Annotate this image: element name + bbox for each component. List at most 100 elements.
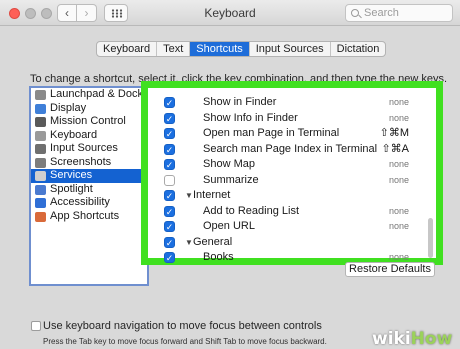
service-group-row[interactable]: ✓ ▼ General bbox=[155, 235, 431, 251]
service-label: Open man Page in Terminal bbox=[203, 127, 340, 139]
spotlight-icon bbox=[35, 184, 46, 195]
sidebar-item-mission-control[interactable]: Mission Control bbox=[31, 115, 147, 129]
service-label: Summarize bbox=[203, 173, 259, 186]
service-checkbox[interactable]: ✓ bbox=[164, 143, 175, 155]
window-titlebar: ‹ › Keyboard Search bbox=[0, 0, 460, 26]
sidebar-item-label: Spotlight bbox=[50, 182, 93, 195]
sidebar-item-label: Keyboard bbox=[50, 128, 98, 141]
service-group-row[interactable]: ✓ ▼ Internet bbox=[155, 188, 431, 204]
shortcut-key[interactable]: ⇧⌘M bbox=[380, 126, 409, 142]
app-shortcuts-icon bbox=[35, 211, 46, 222]
shortcut-key[interactable]: none bbox=[389, 95, 409, 111]
keyboard-nav-checkbox[interactable] bbox=[31, 321, 41, 331]
category-list: Launchpad & Dock Display Mission Control Ke… bbox=[29, 86, 149, 286]
search-placeholder: Search bbox=[364, 7, 399, 19]
forward-button[interactable]: › bbox=[77, 4, 97, 22]
service-checkbox[interactable]: ✓ bbox=[164, 159, 175, 170]
service-checkbox[interactable]: ✓ bbox=[164, 221, 175, 232]
restore-defaults-button[interactable]: Restore Defaults bbox=[345, 262, 435, 277]
shortcut-key[interactable]: none bbox=[389, 111, 409, 127]
service-checkbox[interactable]: ✓ bbox=[164, 205, 175, 217]
disclosure-triangle-icon[interactable]: ▼ bbox=[185, 188, 193, 204]
sidebar-item-label: Accessibility bbox=[50, 196, 110, 208]
sidebar-item-services[interactable]: Services bbox=[31, 169, 147, 183]
tab-keyboard[interactable]: Keyboard bbox=[97, 42, 158, 56]
shortcut-key[interactable]: ⇧⌘A bbox=[381, 142, 409, 158]
watermark-how: How bbox=[410, 329, 453, 349]
close-window-button[interactable] bbox=[9, 8, 20, 19]
launchpad-icon bbox=[35, 90, 46, 100]
sidebar-item-spotlight[interactable]: Spotlight bbox=[31, 183, 147, 197]
keyboard-nav-hint: Press the Tab key to move focus forward … bbox=[43, 337, 327, 346]
tab-bar: Keyboard Text Shortcuts Input Sources Di… bbox=[96, 41, 387, 57]
show-all-button[interactable] bbox=[104, 4, 128, 22]
accessibility-icon bbox=[35, 198, 46, 208]
input-sources-icon bbox=[35, 144, 46, 154]
sidebar-item-screenshots[interactable]: Screenshots bbox=[31, 156, 147, 170]
search-input[interactable]: Search bbox=[345, 4, 453, 22]
window-title: Keyboard bbox=[204, 6, 256, 20]
shortcut-key[interactable]: none bbox=[389, 219, 409, 235]
shortcut-key[interactable]: none bbox=[389, 204, 409, 220]
service-label: Show in Finder bbox=[203, 96, 277, 108]
sidebar-item-label: Launchpad & Dock bbox=[50, 88, 143, 100]
sidebar-item-accessibility[interactable]: Accessibility bbox=[31, 196, 147, 210]
keyboard-nav-label: Use keyboard navigation to move focus be… bbox=[43, 320, 322, 332]
service-row[interactable]: Summarize none bbox=[155, 173, 431, 189]
sidebar-item-label: Services bbox=[50, 169, 93, 181]
service-label: Books bbox=[203, 251, 234, 263]
highlight-frame: ✓ Show in Finder none ✓ Show Info in Finder n… bbox=[141, 81, 443, 265]
tab-text[interactable]: Text bbox=[157, 42, 191, 56]
service-checkbox[interactable]: ✓ bbox=[164, 128, 175, 139]
service-checkbox[interactable]: ✓ bbox=[164, 236, 175, 248]
shortcut-list: ✓ Show in Finder none ✓ Show Info in Finder n… bbox=[155, 95, 431, 266]
service-label: General bbox=[193, 235, 233, 248]
service-checkbox[interactable] bbox=[164, 174, 175, 186]
zoom-window-button[interactable] bbox=[41, 8, 52, 19]
service-checkbox[interactable]: ✓ bbox=[164, 97, 175, 108]
shortcut-key[interactable]: none bbox=[389, 157, 409, 173]
tab-dictation[interactable]: Dictation bbox=[331, 42, 386, 56]
service-checkbox[interactable]: ✓ bbox=[164, 252, 175, 263]
service-row[interactable]: ✓ Show Map none bbox=[155, 157, 431, 173]
sidebar-item-label: Input Sources bbox=[50, 142, 118, 154]
service-label: Show Map bbox=[203, 158, 255, 170]
service-label: Search man Page Index in Terminal bbox=[203, 142, 378, 155]
sidebar-item-label: Screenshots bbox=[50, 155, 112, 168]
screenshots-icon bbox=[35, 157, 46, 168]
sidebar-item-label: Mission Control bbox=[50, 115, 126, 127]
service-label: Add to Reading List bbox=[203, 204, 300, 217]
service-row[interactable]: ✓ Show in Finder none bbox=[155, 95, 431, 111]
wikihow-watermark: wikiHow bbox=[372, 329, 452, 349]
display-icon bbox=[35, 103, 46, 114]
shortcut-key[interactable]: none bbox=[389, 173, 409, 189]
service-row[interactable]: ✓ Add to Reading List none bbox=[155, 204, 431, 220]
sidebar-item-app-shortcuts[interactable]: App Shortcuts bbox=[31, 210, 147, 224]
scrollbar[interactable] bbox=[428, 218, 433, 258]
keyboard-icon bbox=[35, 130, 46, 141]
service-checkbox[interactable]: ✓ bbox=[164, 112, 175, 124]
service-row[interactable]: ✓ Search man Page Index in Terminal ⇧⌘A bbox=[155, 142, 431, 158]
service-row[interactable]: ✓ Show Info in Finder none bbox=[155, 111, 431, 127]
back-button[interactable]: ‹ bbox=[57, 4, 77, 22]
sidebar-item-display[interactable]: Display bbox=[31, 102, 147, 116]
search-icon bbox=[351, 9, 359, 17]
disclosure-triangle-icon[interactable]: ▼ bbox=[185, 235, 193, 251]
tab-input-sources[interactable]: Input Sources bbox=[250, 42, 331, 56]
gear-icon bbox=[35, 171, 46, 181]
service-label: Internet bbox=[193, 189, 231, 201]
sidebar-item-launchpad-dock[interactable]: Launchpad & Dock bbox=[31, 88, 147, 102]
sidebar-item-input-sources[interactable]: Input Sources bbox=[31, 142, 147, 156]
sidebar-item-keyboard[interactable]: Keyboard bbox=[31, 129, 147, 143]
service-checkbox[interactable]: ✓ bbox=[164, 190, 175, 201]
sidebar-item-label: App Shortcuts bbox=[50, 209, 120, 222]
service-label: Open URL bbox=[203, 220, 255, 232]
service-row[interactable]: ✓ Open URL none bbox=[155, 219, 431, 235]
minimize-window-button[interactable] bbox=[25, 8, 36, 19]
service-row[interactable]: ✓ Open man Page in Terminal ⇧⌘M bbox=[155, 126, 431, 142]
service-label: Show Info in Finder bbox=[203, 111, 298, 124]
mission-control-icon bbox=[35, 117, 46, 127]
tab-shortcuts[interactable]: Shortcuts bbox=[190, 42, 250, 56]
watermark-wiki: wiki bbox=[372, 329, 411, 349]
grid-icon bbox=[111, 9, 123, 18]
